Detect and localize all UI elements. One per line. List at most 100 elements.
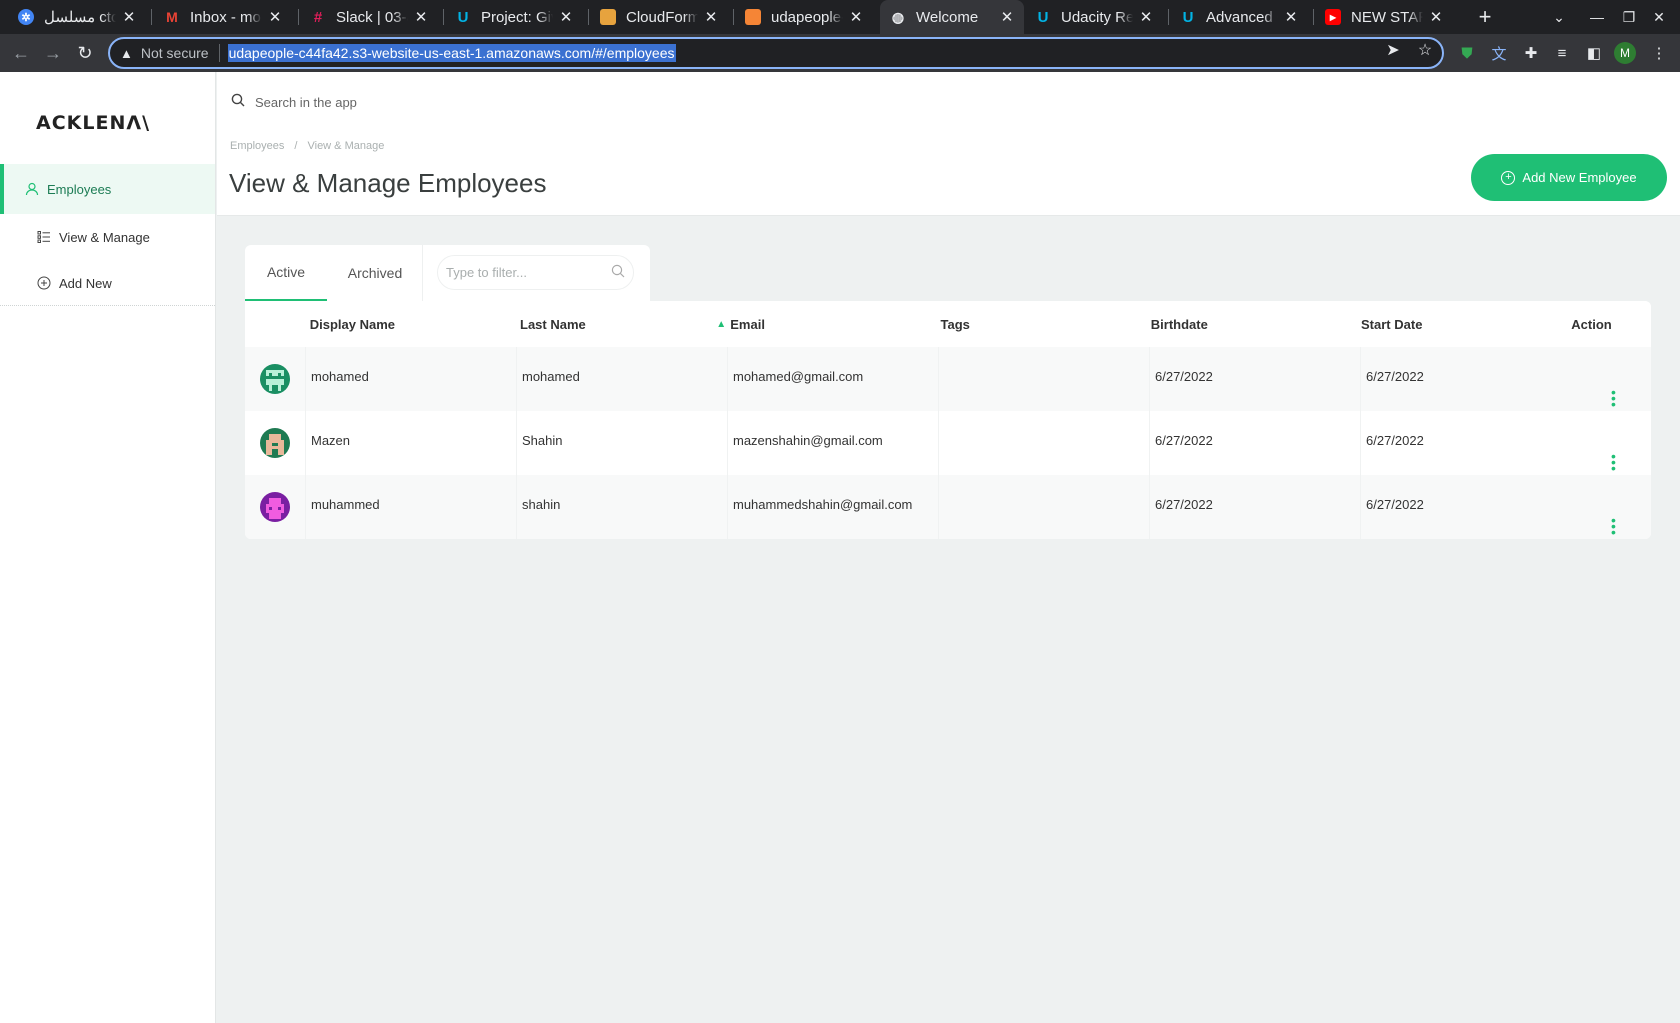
add-new-employee-label: Add New Employee [1522,170,1637,185]
user-icon [24,181,40,197]
bookmark-star-icon[interactable]: ☆ [1412,37,1438,63]
close-window-icon[interactable]: ✕ [1644,0,1674,34]
close-icon[interactable]: ✕ [268,8,282,26]
cell-tags [938,475,1149,539]
cell-last-name: shahin [516,475,727,539]
reading-list-icon[interactable]: ≡ [1551,42,1573,64]
cell-start-date: 6/27/2022 [1360,411,1571,475]
header-email[interactable]: ▲ Email [716,316,940,332]
header-last-name[interactable]: Last Name [520,317,730,332]
plus-circle-icon: + [1501,170,1516,185]
row-actions-menu-icon[interactable]: • • • [1576,369,1651,411]
cell-birthdate: 6/27/2022 [1149,411,1360,475]
close-icon[interactable]: ✕ [704,8,718,26]
sidebar-item-employees[interactable]: Employees [0,164,215,214]
cell-display-name: muhammed [305,475,516,539]
filter-input[interactable] [446,265,596,280]
employee-tabs: Active Archived [245,245,650,301]
row-actions-menu-icon[interactable]: • • • [1576,497,1651,539]
video-site-icon: ✲ [18,9,34,25]
sidebar-item-label: Add New [59,275,112,291]
close-icon[interactable]: ✕ [1284,8,1298,26]
browser-tab[interactable]: U Udacity Rev ✕ [1025,0,1163,34]
sidebar-item-add-new[interactable]: Add New [0,258,215,308]
table-row[interactable]: Mazen Shahin mazenshahin@gmail.com 6/27/… [245,411,1651,475]
browser-tab[interactable]: CloudForma ✕ [590,0,728,34]
header-birthdate[interactable]: Birthdate [1151,317,1361,332]
tab-title: Inbox - moh [190,8,262,26]
breadcrumb-separator: / [294,140,298,152]
security-label[interactable]: Not secure [141,45,209,61]
send-icon[interactable]: ➤ [1380,37,1406,63]
tab-active[interactable]: Active [245,245,327,301]
header-action: Action [1571,316,1612,332]
cell-start-date: 6/27/2022 [1360,475,1571,539]
close-icon[interactable]: ✕ [849,8,863,26]
table-row[interactable]: muhammed shahin muhammedshahin@gmail.com… [245,475,1651,539]
close-icon[interactable]: ✕ [1139,8,1153,26]
header-email-label: Email [730,316,765,332]
gmail-icon: M [166,9,178,25]
extensions-puzzle-icon[interactable]: ✚ [1520,42,1542,64]
youtube-icon: ▶ [1325,9,1341,25]
close-icon[interactable]: ✕ [1429,8,1443,26]
avatar [260,492,290,522]
shield-extension-icon[interactable]: ⛊ [1456,42,1478,64]
employees-table: Display Name Last Name ▲ Email Tags Birt… [245,301,1651,539]
close-icon[interactable]: ✕ [559,8,573,26]
globe-icon: ◍ [891,8,905,25]
table-row[interactable]: mohamed mohamed mohamed@gmail.com 6/27/2… [245,347,1651,411]
back-icon[interactable]: ← [6,38,36,68]
cell-birthdate: 6/27/2022 [1149,475,1360,539]
browser-tab[interactable]: U Advanced C ✕ [1170,0,1308,34]
browser-tab[interactable]: U Project: Give ✕ [445,0,583,34]
search-input[interactable] [255,94,755,110]
sidebar: ACKLENΛ\ Employees View & Manage Add New [0,72,216,1023]
search-icon[interactable] [611,264,625,281]
tab-title: Udacity Rev [1061,8,1133,26]
profile-avatar[interactable]: M [1614,42,1636,64]
browser-tab[interactable]: udapeople-c ✕ [735,0,873,34]
cell-email: mazenshahin@gmail.com [727,411,938,475]
sidebar-item-label: Employees [47,181,112,197]
address-bar[interactable]: ▲ Not secure udapeople-c44fa42.s3-websit… [108,37,1444,69]
search-icon [231,93,249,111]
browser-tab[interactable]: M Inbox - moh ✕ [154,0,292,34]
sidebar-item-view-manage[interactable]: View & Manage [0,212,215,262]
browser-tab[interactable]: ✲ مسلسل ctor ✕ [8,0,146,34]
cell-tags [938,347,1149,411]
side-panel-icon[interactable]: ◧ [1583,42,1605,64]
tab-title: Project: Give [481,8,553,26]
browser-tab-active[interactable]: ◍ Welcome ✕ [880,0,1024,34]
page-title: View & Manage Employees [229,168,547,198]
app-logo[interactable]: ACKLENΛ\ [36,112,150,134]
browser-menu-icon[interactable]: ⋮ [1648,42,1670,64]
cell-tags [938,411,1149,475]
breadcrumb-employees[interactable]: Employees [230,140,284,152]
tab-archived[interactable]: Archived [335,245,415,301]
breadcrumb-view-manage: View & Manage [307,140,385,152]
row-actions-menu-icon[interactable]: • • • [1576,433,1651,475]
forward-icon[interactable]: → [38,38,68,68]
app-search [231,82,1351,122]
header-start-date[interactable]: Start Date [1361,317,1571,332]
close-icon[interactable]: ✕ [1000,8,1014,26]
cell-display-name: mohamed [305,347,516,411]
close-icon[interactable]: ✕ [414,8,428,26]
browser-tab[interactable]: ▶ NEW STAR C ✕ [1315,0,1453,34]
cell-email: muhammedshahin@gmail.com [727,475,938,539]
browser-tab[interactable]: # Slack | 03-ad ✕ [300,0,438,34]
add-new-employee-button[interactable]: + Add New Employee [1471,154,1667,201]
restore-icon[interactable]: ❐ [1614,0,1644,34]
close-icon[interactable]: ✕ [122,8,136,26]
new-tab-button[interactable]: + [1470,0,1500,34]
minimize-icon[interactable]: — [1582,0,1612,34]
header-tags[interactable]: Tags [941,317,1151,332]
tab-search-chevron-icon[interactable]: ⌄ [1544,0,1574,34]
header-display-name[interactable]: Display Name [310,317,520,332]
url-text[interactable]: udapeople-c44fa42.s3-website-us-east-1.a… [227,44,676,62]
reload-icon[interactable]: ↻ [70,38,100,68]
warning-icon[interactable]: ▲ [120,46,133,61]
translate-extension-icon[interactable]: 文 [1488,42,1510,64]
plus-circle-icon [36,275,52,291]
